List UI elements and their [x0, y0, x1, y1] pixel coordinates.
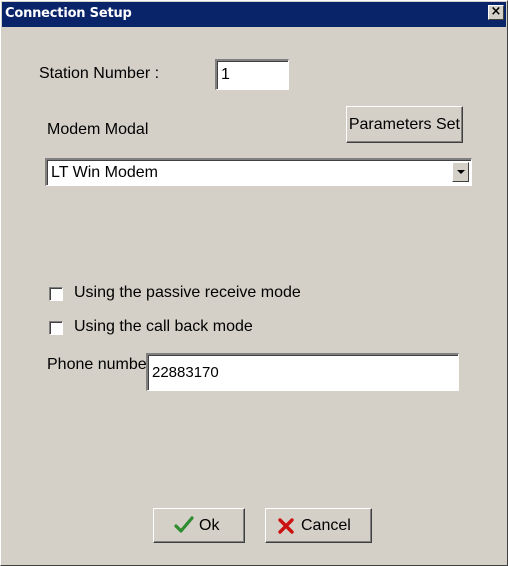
station-number-label: Station Number : — [39, 65, 160, 82]
parameters-set-label: Parameters Set — [348, 116, 460, 133]
x-icon — [277, 517, 295, 540]
passive-receive-checkbox[interactable] — [49, 287, 63, 301]
modem-select[interactable]: LT Win Modem — [45, 158, 472, 186]
modem-select-value: LT Win Modem — [51, 164, 158, 181]
close-button[interactable]: × — [488, 5, 504, 20]
phone-number-label: Phone number — [47, 356, 146, 373]
cancel-label: Cancel — [301, 517, 351, 534]
ok-label: Ok — [199, 517, 220, 534]
call-back-label: Using the call back mode — [74, 318, 253, 335]
window-title: Connection Setup — [5, 6, 132, 21]
ok-button[interactable]: Ok — [153, 508, 245, 543]
station-number-value: 1 — [221, 66, 230, 83]
connection-setup-dialog: Connection Setup × Station Number : 1 Mo… — [0, 0, 508, 566]
close-icon: × — [490, 4, 502, 19]
passive-receive-label: Using the passive receive mode — [74, 284, 301, 301]
call-back-checkbox[interactable] — [49, 321, 63, 335]
cancel-button[interactable]: Cancel — [265, 508, 372, 543]
phone-number-input[interactable]: 22883170 — [146, 353, 459, 391]
check-icon — [174, 515, 194, 540]
parameters-set-button[interactable]: Parameters Set — [346, 106, 463, 143]
modem-modal-label: Modem Modal — [47, 121, 149, 138]
phone-number-value: 22883170 — [152, 364, 219, 381]
chevron-down-icon[interactable] — [452, 162, 469, 182]
title-bar: Connection Setup × — [2, 2, 506, 27]
station-number-input[interactable]: 1 — [215, 59, 289, 90]
